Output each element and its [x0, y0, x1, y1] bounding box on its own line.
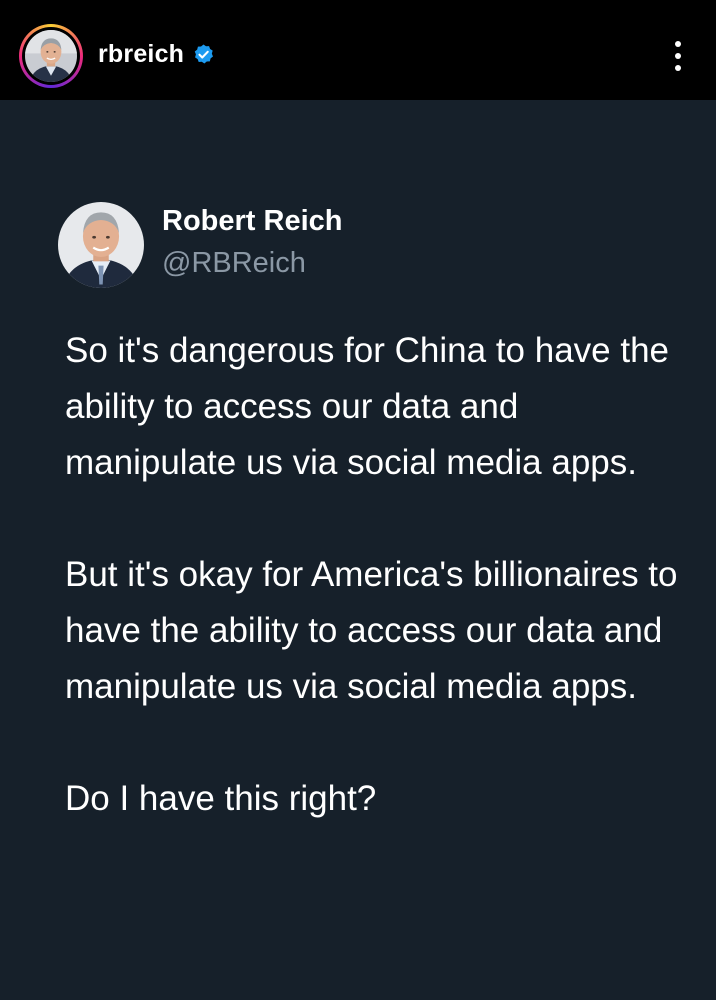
author-display-name[interactable]: Robert Reich: [162, 205, 342, 238]
tweet-author-avatar[interactable]: [58, 202, 144, 288]
author-handle[interactable]: @RBReich: [162, 247, 306, 280]
tweet-body: So it's dangerous for China to have the …: [65, 323, 695, 827]
story-ring[interactable]: [19, 24, 83, 88]
verified-badge-icon: [194, 44, 213, 64]
tweet-paragraph: So it's dangerous for China to have the …: [65, 331, 670, 482]
tweet-paragraph: But it's okay for America's billionaires…: [65, 555, 678, 706]
username[interactable]: rbreich: [98, 40, 184, 69]
tweet-paragraph: Do I have this right?: [65, 779, 377, 818]
more-vertical-icon[interactable]: [664, 38, 692, 74]
tweet-card: Robert Reich @RBReich So it's dangerous …: [0, 100, 716, 1000]
post-header: rbreich: [0, 0, 716, 100]
profile-avatar: [25, 30, 77, 82]
